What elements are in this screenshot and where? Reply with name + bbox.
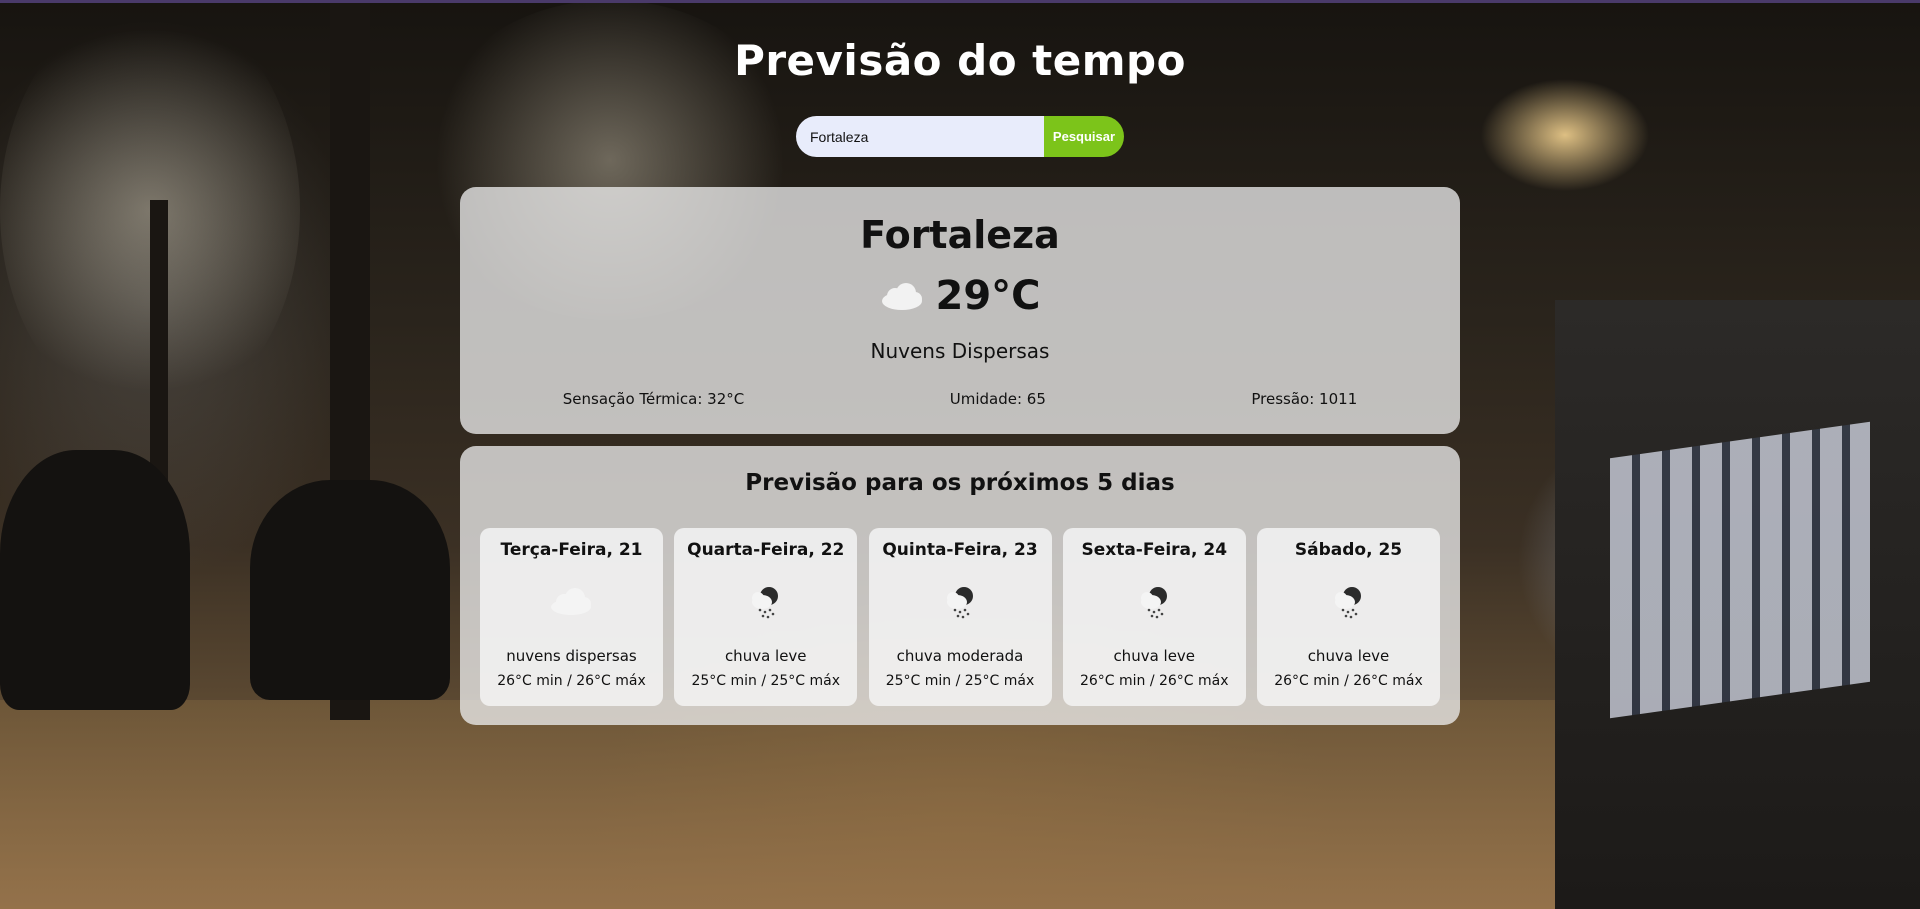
temperature-row: 29°C <box>460 273 1460 319</box>
search-bar: Pesquisar <box>796 116 1124 157</box>
forecast-day-description: chuva leve <box>1113 647 1196 665</box>
forecast-day: Quinta-Feira, 23 chuva moderada 25°C min… <box>868 528 1052 706</box>
forecast-day: Sexta-Feira, 24 chuva leve 26°C min / 26… <box>1062 528 1246 706</box>
forecast-day-name: Quinta-Feira, 23 <box>882 540 1038 560</box>
forecast-title: Previsão para os próximos 5 dias <box>745 470 1175 496</box>
city-name: Fortaleza <box>860 213 1060 257</box>
search-input[interactable] <box>796 116 1044 157</box>
weather-description: Nuvens Dispersas <box>870 339 1050 363</box>
forecast-day-description: chuva leve <box>724 647 807 665</box>
rain-cloud-icon <box>1323 580 1373 620</box>
forecast-day-name: Quarta-Feira, 22 <box>687 540 845 560</box>
rain-cloud-icon <box>1129 580 1179 620</box>
forecast-day-name: Sábado, 25 <box>1294 540 1403 560</box>
forecast-day: Sábado, 25 chuva leve 26°C min / 26°C má… <box>1257 528 1440 706</box>
cloud-icon <box>879 281 925 311</box>
forecast-day-range: 26°C min / 26°C máx <box>1079 673 1229 689</box>
forecast-day-description: nuvens dispersas <box>506 647 637 665</box>
cloud-icon <box>546 580 596 620</box>
forecast-day-range: 25°C min / 25°C máx <box>885 673 1035 689</box>
page-title: Previsão do tempo <box>734 36 1186 85</box>
weather-details: Sensação Térmica: 32°C Umidade: 65 Press… <box>460 390 1460 408</box>
forecast-day-range: 26°C min / 26°C máx <box>497 673 646 689</box>
forecast-card: Previsão para os próximos 5 dias Terça-F… <box>460 446 1460 725</box>
humidity: Umidade: 65 <box>949 390 1046 408</box>
forecast-day: Quarta-Feira, 22 chuva leve 25°C min / 2… <box>674 528 858 706</box>
current-weather-card: Fortaleza 29°C Nuvens Dispersas Sensação… <box>460 187 1460 434</box>
pressure: Pressão: 1011 <box>1251 390 1358 408</box>
rain-cloud-icon <box>935 580 985 620</box>
forecast-day-name: Sexta-Feira, 24 <box>1081 540 1228 560</box>
forecast-day-description: chuva moderada <box>896 647 1024 665</box>
current-temperature: 29°C <box>935 273 1041 319</box>
forecast-day-range: 25°C min / 25°C máx <box>691 673 841 689</box>
feels-like: Sensação Térmica: 32°C <box>562 390 745 408</box>
forecast-day-name: Terça-Feira, 21 <box>500 540 643 560</box>
forecast-day-range: 26°C min / 26°C máx <box>1274 673 1423 689</box>
weather-app: Previsão do tempo Pesquisar Fortaleza 29… <box>0 0 1920 909</box>
rain-cloud-icon <box>740 580 790 620</box>
forecast-day-description: chuva leve <box>1307 647 1390 665</box>
forecast-days: Terça-Feira, 21 nuvens dispersas 26°C mi… <box>480 528 1440 706</box>
search-button[interactable]: Pesquisar <box>1044 116 1124 157</box>
forecast-day: Terça-Feira, 21 nuvens dispersas 26°C mi… <box>480 528 663 706</box>
